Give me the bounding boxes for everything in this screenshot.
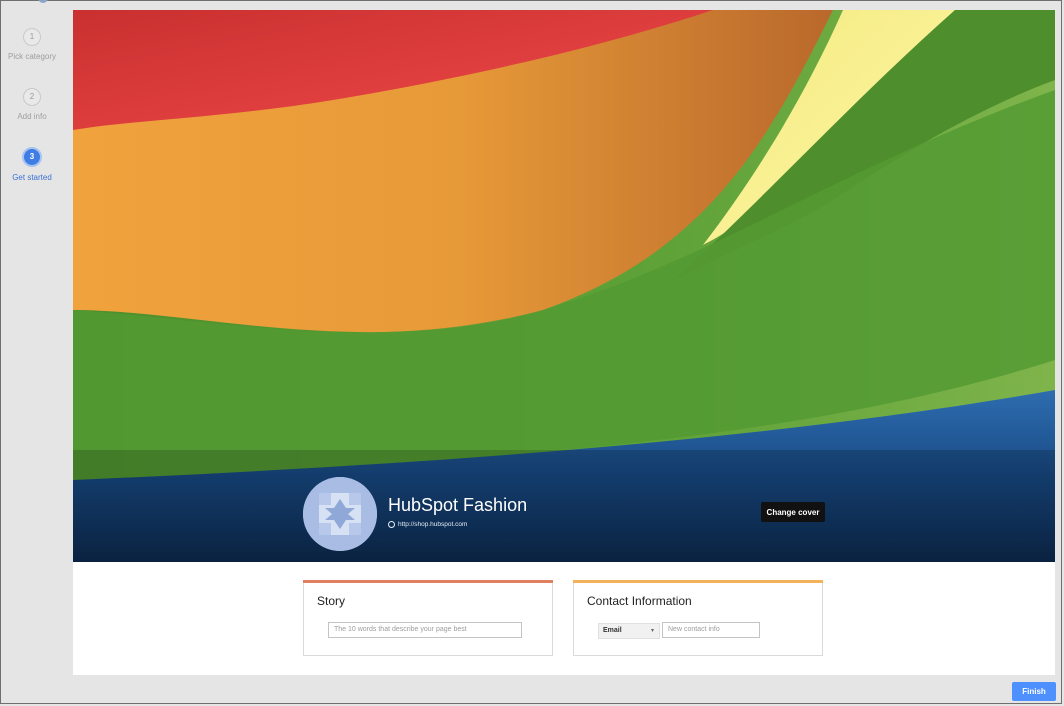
dropdown-caret-icon: ▾ xyxy=(650,628,654,634)
step-label: Pick category xyxy=(7,52,57,61)
step-label: Add info xyxy=(17,112,47,121)
story-title: Story xyxy=(317,594,346,608)
story-panel: Story The 10 words that describe your pa… xyxy=(303,580,553,656)
window-notch xyxy=(38,0,48,3)
cover-photo: HubSpot Fashion http://shop.hubspot.com … xyxy=(73,10,1055,562)
step-get-started[interactable]: 3 Get started xyxy=(0,147,64,182)
cover-image xyxy=(73,10,1055,562)
page-url-text: http://shop.hubspot.com xyxy=(398,521,468,528)
story-input[interactable]: The 10 words that describe your page bes… xyxy=(328,622,522,638)
page-url[interactable]: http://shop.hubspot.com xyxy=(388,521,467,528)
contact-info-input[interactable]: New contact info xyxy=(662,622,760,638)
step-number: 1 xyxy=(23,28,41,46)
contact-panel: Contact Information Email ▾ New contact … xyxy=(573,580,823,656)
contact-title: Contact Information xyxy=(587,594,692,608)
step-number: 3 xyxy=(22,147,42,167)
contact-type-value: Email xyxy=(603,627,622,634)
globe-icon xyxy=(388,521,395,528)
contact-accent-bar xyxy=(573,580,823,583)
profile-photo[interactable] xyxy=(303,477,377,551)
setup-stepper: 1 Pick category 2 Add info 3 Get started xyxy=(0,0,73,706)
story-accent-bar xyxy=(303,580,553,583)
profile-placeholder-icon xyxy=(303,477,377,551)
change-cover-button[interactable]: Change cover xyxy=(761,502,825,522)
finish-button[interactable]: Finish xyxy=(1012,682,1056,701)
step-add-info[interactable]: 2 Add info xyxy=(0,88,64,121)
step-pick-category[interactable]: 1 Pick category xyxy=(0,28,64,61)
page-preview-card: HubSpot Fashion http://shop.hubspot.com … xyxy=(73,10,1055,675)
step-label: Get started xyxy=(12,173,52,182)
contact-type-select[interactable]: Email ▾ xyxy=(598,623,660,639)
step-number: 2 xyxy=(23,88,41,106)
page-name: HubSpot Fashion xyxy=(388,495,528,515)
